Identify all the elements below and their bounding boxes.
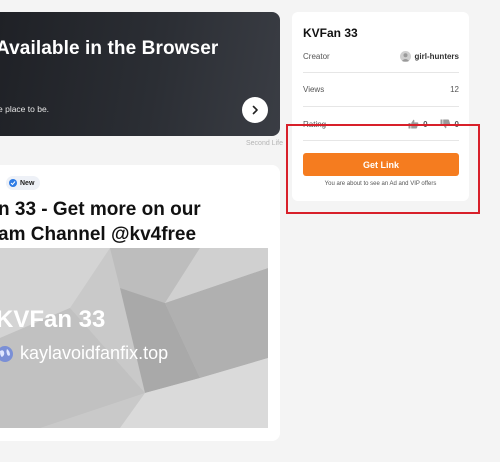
post-title-line-1: n 33 - Get more on our [0, 199, 201, 220]
check-icon [9, 179, 17, 187]
divider [303, 106, 459, 107]
new-badge: New [6, 176, 41, 190]
image-url-row: kaylavoidfanfix.top [0, 343, 168, 364]
post-card[interactable]: New n 33 - Get more on our am Channel @k… [0, 165, 280, 441]
views-value: 12 [450, 85, 459, 94]
ad-subtitle: e place to be. [0, 104, 50, 114]
creator-link[interactable]: girl-hunters [399, 51, 459, 62]
image-heading: KVFan 33 [0, 306, 106, 333]
ad-next-button[interactable] [242, 97, 268, 123]
ad-banner[interactable]: Available in the Browser e place to be. [0, 12, 280, 136]
ad-title: Available in the Browser [0, 38, 219, 59]
chevron-right-icon [252, 105, 258, 115]
divider [303, 72, 459, 73]
user-icon [401, 53, 410, 62]
badge-label: New [20, 179, 35, 187]
highlight-box [286, 124, 480, 214]
post-title-line-2: am Channel @kv4free [0, 224, 197, 245]
avatar [399, 51, 411, 62]
info-title: KVFan 33 [303, 26, 358, 40]
ad-credit: Second Life [246, 140, 283, 147]
creator-label: Creator [303, 52, 330, 61]
abstract-background [0, 248, 268, 428]
post-title[interactable]: n 33 - Get more on our am Channel @kv4fr… [0, 197, 280, 247]
views-row: Views 12 [303, 85, 459, 94]
views-label: Views [303, 85, 325, 94]
creator-name: girl-hunters [414, 52, 459, 61]
post-image[interactable]: KVFan 33 kaylavoidfanfix.top [0, 248, 268, 428]
creator-row: Creator girl-hunters [303, 51, 459, 62]
image-url: kaylavoidfanfix.top [20, 343, 169, 363]
globe-icon [0, 345, 13, 362]
